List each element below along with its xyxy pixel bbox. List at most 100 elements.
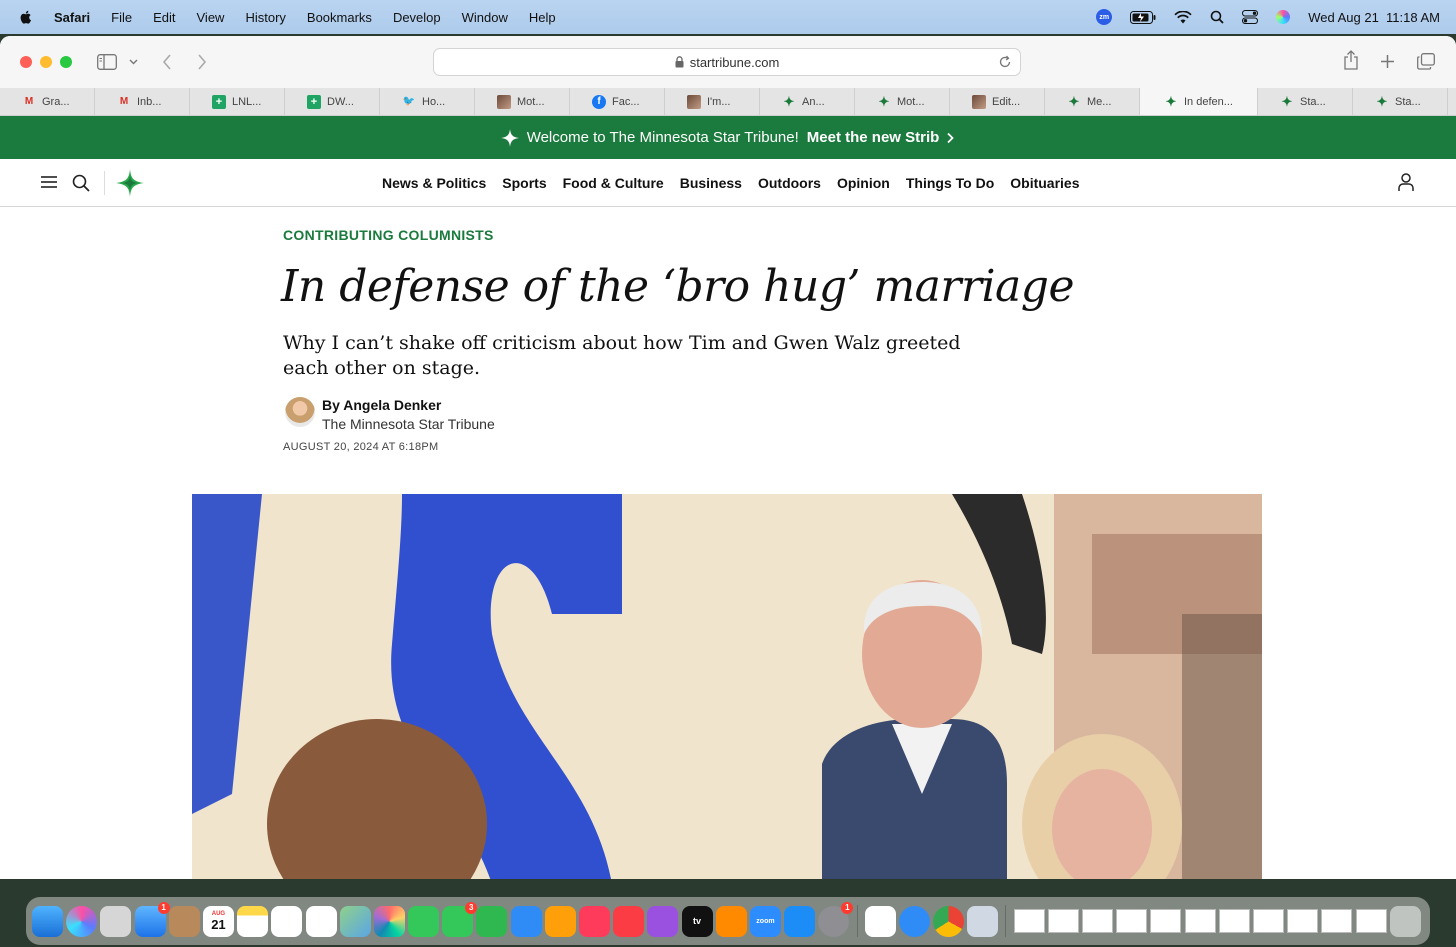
minimized-window-thumbnail[interactable] <box>1047 909 1079 933</box>
menu-bookmarks[interactable]: Bookmarks <box>307 10 372 25</box>
tab-overview-icon[interactable] <box>1417 53 1435 70</box>
pages-icon[interactable] <box>544 905 576 937</box>
browser-tab[interactable]: Mot... <box>475 88 570 115</box>
browser-tab[interactable]: ✦ Sta... <box>1258 88 1353 115</box>
menu-bar-clock[interactable]: Wed Aug 21 11:18 AM <box>1308 10 1440 25</box>
control-center-icon[interactable] <box>1242 10 1259 24</box>
browser-tab[interactable]: + DW... <box>285 88 380 115</box>
minimized-window-thumbnail[interactable] <box>1013 909 1045 933</box>
menu-window[interactable]: Window <box>462 10 508 25</box>
browser-tab[interactable]: ✦ In defen... <box>1140 88 1258 115</box>
minimized-window-thumbnail[interactable] <box>1218 909 1250 933</box>
music-icon[interactable] <box>613 905 645 937</box>
meet-new-strib-link[interactable]: Meet the new Strib <box>807 129 940 146</box>
account-icon[interactable] <box>1398 173 1414 192</box>
apple-tv-icon[interactable]: tv <box>681 905 713 937</box>
zoom-window-button[interactable] <box>60 56 72 68</box>
browser-tab[interactable]: 🐦 Ho... <box>380 88 475 115</box>
calendar-icon[interactable]: AUG 21 <box>202 905 234 937</box>
nav-business[interactable]: Business <box>680 175 742 191</box>
search-icon[interactable] <box>72 174 90 192</box>
safari-dock-icon[interactable] <box>898 905 930 937</box>
minimized-window-thumbnail[interactable] <box>1150 909 1182 933</box>
app-icon[interactable] <box>864 905 896 937</box>
browser-tab[interactable]: + LNL... <box>190 88 285 115</box>
apple-icon[interactable] <box>18 9 34 25</box>
news-icon[interactable] <box>579 905 610 937</box>
chrome-icon[interactable] <box>933 905 965 937</box>
photos-icon[interactable] <box>373 905 405 937</box>
podcasts-icon[interactable] <box>647 905 679 937</box>
browser-tab[interactable]: M Gra... <box>0 88 95 115</box>
siri-icon[interactable] <box>1276 10 1291 24</box>
new-tab-icon[interactable] <box>1380 54 1395 69</box>
menu-view[interactable]: View <box>197 10 225 25</box>
messages-icon[interactable] <box>408 905 440 937</box>
browser-tab[interactable]: I'm... <box>665 88 760 115</box>
browser-tab[interactable]: Edit... <box>950 88 1045 115</box>
browser-tab[interactable]: f Fac... <box>570 88 665 115</box>
author-name[interactable]: By Angela Denker <box>322 397 495 413</box>
menu-safari[interactable]: Safari <box>54 10 90 25</box>
back-button[interactable] <box>162 54 172 70</box>
close-window-button[interactable] <box>20 56 32 68</box>
keynote-icon[interactable] <box>510 905 542 937</box>
nav-opinion[interactable]: Opinion <box>837 175 890 191</box>
menu-history[interactable]: History <box>245 10 285 25</box>
minimize-window-button[interactable] <box>40 56 52 68</box>
siri-dock-icon[interactable] <box>66 905 98 937</box>
zoom-status-icon[interactable]: zm <box>1096 9 1113 25</box>
welcome-banner[interactable]: Welcome to The Minnesota Star Tribune! M… <box>0 116 1456 159</box>
minimized-window-thumbnail[interactable] <box>1355 909 1387 933</box>
battery-icon[interactable] <box>1130 10 1156 24</box>
menu-file[interactable]: File <box>111 10 132 25</box>
chevron-down-icon[interactable] <box>129 59 138 65</box>
finder-icon[interactable] <box>32 905 63 937</box>
browser-tab[interactable]: ✦ Mot... <box>855 88 950 115</box>
nav-things-to-do[interactable]: Things To Do <box>906 175 994 191</box>
minimized-window-thumbnail[interactable] <box>1287 909 1319 933</box>
browser-tab[interactable]: M Inb... <box>95 88 190 115</box>
sidebar-toggle-icon[interactable] <box>97 54 117 70</box>
preview-icon[interactable] <box>967 905 999 937</box>
article-kicker[interactable]: CONTRIBUTING COLUMNISTS <box>283 227 494 243</box>
menu-help[interactable]: Help <box>529 10 556 25</box>
reload-icon[interactable] <box>998 55 1012 69</box>
spotlight-search-icon[interactable] <box>1210 10 1224 24</box>
contacts-icon[interactable] <box>168 905 200 937</box>
forward-button[interactable] <box>197 54 207 70</box>
facetime-icon[interactable]: 3 <box>442 901 478 937</box>
nav-sports[interactable]: Sports <box>502 175 546 191</box>
maps-icon[interactable] <box>339 905 371 937</box>
zoom-app-icon[interactable]: zoom <box>749 905 781 937</box>
nav-news-politics[interactable]: News & Politics <box>382 175 486 191</box>
share-icon[interactable] <box>1343 50 1359 70</box>
mail-icon[interactable]: 1 <box>134 901 170 937</box>
minimized-window-thumbnail[interactable] <box>1252 909 1284 933</box>
menu-develop[interactable]: Develop <box>393 10 441 25</box>
nav-outdoors[interactable]: Outdoors <box>758 175 821 191</box>
star-tribune-logo-icon[interactable] <box>116 169 144 197</box>
nav-obituaries[interactable]: Obituaries <box>1010 175 1079 191</box>
notes-icon[interactable] <box>237 905 269 937</box>
address-bar[interactable]: startribune.com <box>433 48 1021 76</box>
app-store-icon[interactable] <box>784 905 816 937</box>
minimized-window-thumbnail[interactable] <box>1116 909 1148 933</box>
numbers-icon[interactable] <box>476 905 508 937</box>
browser-tab[interactable]: ✦ Sta... <box>1353 88 1448 115</box>
launchpad-icon[interactable] <box>100 905 132 937</box>
minimized-window-thumbnail[interactable] <box>1321 909 1353 933</box>
reminders-icon[interactable] <box>305 905 337 937</box>
minimized-window-thumbnail[interactable] <box>1082 909 1113 933</box>
hamburger-menu-icon[interactable] <box>40 175 58 189</box>
browser-tab[interactable]: ✦ Me... <box>1045 88 1140 115</box>
wifi-icon[interactable] <box>1174 10 1192 24</box>
minimized-window-thumbnail[interactable] <box>1184 909 1216 933</box>
author-avatar[interactable] <box>285 397 315 427</box>
system-settings-icon[interactable]: 1 <box>818 901 854 937</box>
freeform-icon[interactable] <box>271 905 303 937</box>
menu-edit[interactable]: Edit <box>153 10 175 25</box>
books-icon[interactable] <box>715 905 747 937</box>
nav-food-culture[interactable]: Food & Culture <box>563 175 664 191</box>
trash-icon[interactable] <box>1389 905 1421 937</box>
